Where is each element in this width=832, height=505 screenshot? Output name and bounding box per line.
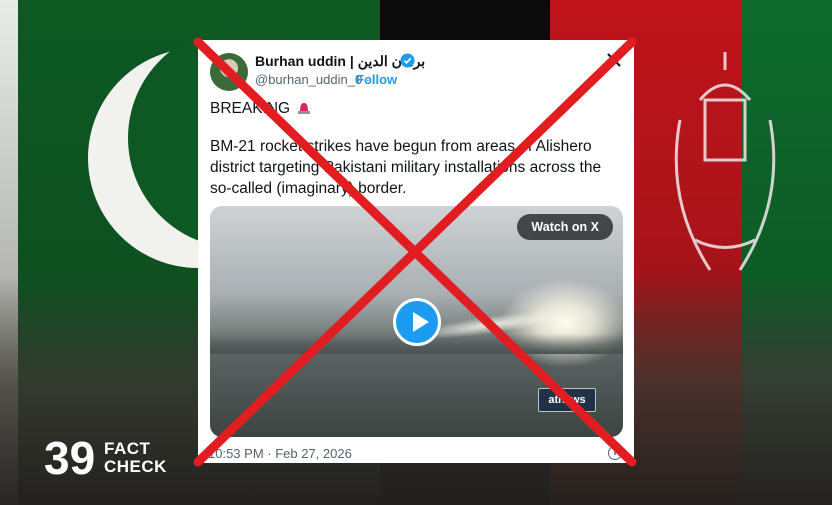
play-icon: [413, 312, 429, 332]
siren-icon: [298, 103, 311, 114]
afghanistan-emblem-icon: [674, 52, 776, 271]
news-channel-logo: atnews: [538, 388, 596, 412]
info-icon[interactable]: i: [608, 446, 622, 460]
tweet-timestamp[interactable]: 10:53 PM · Feb 27, 2026: [208, 446, 352, 461]
tweet-card: Burhan uddin | برهان الدين @burhan_uddin…: [198, 40, 634, 463]
avatar[interactable]: [210, 53, 248, 91]
tweet-body-line-3: so-called (imaginary) border.: [210, 180, 407, 197]
logo-fact-text: FACT: [104, 439, 151, 458]
x-logo-icon[interactable]: [606, 52, 622, 68]
logo-number: 39: [44, 432, 96, 484]
verified-badge-icon: [400, 53, 415, 68]
rocket-blast: [500, 278, 623, 368]
factcheck-logo: 39 FACT CHECK: [44, 432, 167, 484]
tweet-body-line-1: BM-21 rocket strikes have begun from are…: [210, 138, 592, 155]
follow-button[interactable]: Follow: [356, 72, 397, 87]
logo-check-text: CHECK: [104, 457, 167, 476]
breaking-text: BREAKING: [210, 100, 291, 117]
video-player[interactable]: Watch on X atnews: [210, 206, 623, 437]
user-handle[interactable]: @burhan_uddin_0 ·: [255, 72, 370, 87]
breaking-line: BREAKING: [210, 98, 312, 119]
play-button[interactable]: [393, 298, 441, 346]
tweet-body-line-2: district targeting Pakistani military in…: [210, 159, 602, 176]
watch-on-x-button[interactable]: Watch on X: [517, 214, 613, 240]
